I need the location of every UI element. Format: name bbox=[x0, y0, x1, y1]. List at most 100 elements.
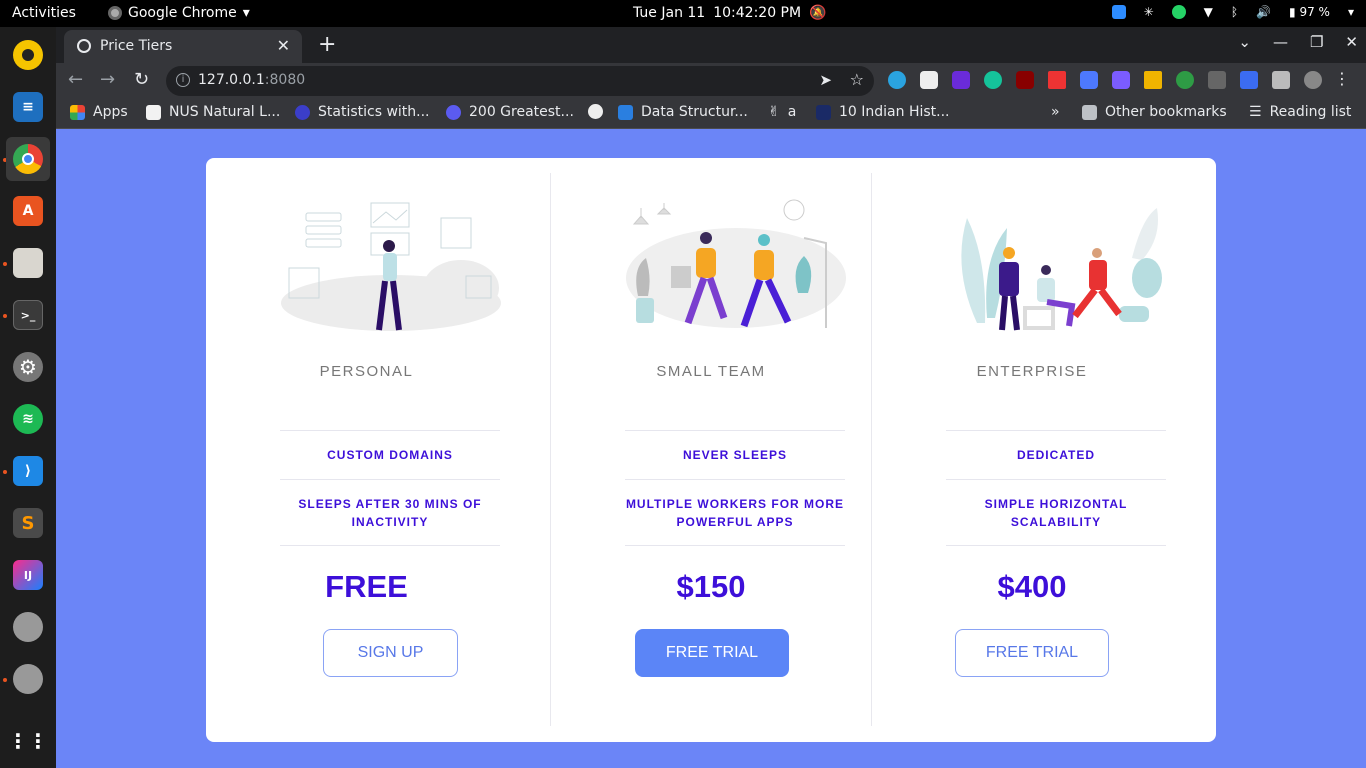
bookmark-label: 200 Greatest... bbox=[469, 104, 574, 120]
eyedropper-extension-icon[interactable] bbox=[1240, 71, 1258, 89]
notifications-off-icon: 🔕 bbox=[809, 5, 827, 21]
pencil-extension-icon[interactable] bbox=[1144, 71, 1162, 89]
grammarly-extension-icon[interactable] bbox=[984, 71, 1002, 89]
tier-column-small-team: SMALL TEAM NEVER SLEEPS MULTIPLE WORKERS… bbox=[550, 173, 871, 726]
settings-launcher[interactable]: ⚙ bbox=[6, 345, 50, 389]
disk-launcher-2[interactable] bbox=[6, 657, 50, 701]
feature-item: NEVER SLEEPS bbox=[625, 430, 845, 479]
marker-extension-icon[interactable] bbox=[1048, 71, 1066, 89]
rhythmbox-launcher[interactable] bbox=[6, 33, 50, 77]
minimize-icon[interactable]: — bbox=[1273, 33, 1288, 51]
personal-illustration bbox=[281, 202, 501, 331]
udacity-icon bbox=[618, 104, 633, 120]
tab-title: Price Tiers bbox=[100, 38, 173, 54]
close-window-icon[interactable]: ✕ bbox=[1345, 33, 1358, 51]
software-launcher[interactable]: A bbox=[6, 189, 50, 233]
restore-icon[interactable]: ❐ bbox=[1310, 33, 1323, 51]
star-icon[interactable]: ☆ bbox=[850, 70, 864, 89]
tab-search-chevron-icon[interactable]: ⌄ bbox=[1238, 33, 1251, 51]
translate-extension-icon[interactable] bbox=[1080, 71, 1098, 89]
feature-item: CUSTOM DOMAINS bbox=[280, 430, 500, 479]
url-host: 127.0.0.1 bbox=[198, 72, 265, 88]
bookmarks-overflow-button[interactable]: » bbox=[1051, 104, 1060, 120]
free-trial-button-enterprise[interactable]: FREE TRIAL bbox=[955, 629, 1109, 677]
pricing-card: PERSONAL CUSTOM DOMAINS SLEEPS AFTER 30 … bbox=[206, 158, 1216, 742]
utorrent-extension-icon[interactable] bbox=[1176, 71, 1194, 89]
more-options-icon[interactable]: ⋮ bbox=[1334, 69, 1350, 88]
reload-icon[interactable]: ↻ bbox=[134, 69, 149, 90]
disk-icon bbox=[13, 664, 43, 694]
app-menu[interactable]: Google Chrome ▾ bbox=[108, 5, 250, 21]
other-bookmarks-folder[interactable]: Other bookmarks bbox=[1082, 104, 1227, 120]
reading-list-label: Reading list bbox=[1269, 104, 1352, 120]
puzzle-icon[interactable] bbox=[1272, 71, 1290, 89]
sublime-launcher[interactable]: S bbox=[6, 501, 50, 545]
free-trial-button-small-team[interactable]: FREE TRIAL bbox=[635, 629, 789, 677]
battery-indicator: ▮ 97 % bbox=[1289, 5, 1330, 19]
whatsapp-icon[interactable] bbox=[1171, 5, 1186, 19]
sign-up-button[interactable]: SIGN UP bbox=[323, 629, 458, 677]
disk-launcher-1[interactable] bbox=[6, 605, 50, 649]
profile-avatar[interactable] bbox=[1304, 71, 1322, 89]
close-tab-icon[interactable]: ✕ bbox=[277, 36, 290, 55]
bookmark-label: Data Structur... bbox=[641, 104, 748, 120]
folder-icon bbox=[1082, 104, 1097, 120]
files-launcher[interactable] bbox=[6, 241, 50, 285]
forward-arrow-icon[interactable]: → bbox=[100, 69, 115, 90]
screen-extension-icon[interactable] bbox=[1112, 71, 1130, 89]
url-text[interactable]: 127.0.0.1:8080 bbox=[198, 72, 305, 88]
rhythmbox-icon bbox=[13, 40, 43, 70]
reading-list-button[interactable]: ☰ Reading list bbox=[1249, 104, 1351, 120]
show-applications-button[interactable]: ⋮⋮ bbox=[6, 719, 50, 763]
volume-icon: 🔊 bbox=[1256, 5, 1272, 19]
bookmark-label: Statistics with... bbox=[318, 104, 430, 120]
back-arrow-icon[interactable]: ← bbox=[68, 69, 83, 90]
slack-icon[interactable]: ✳ bbox=[1144, 5, 1154, 19]
activities-button[interactable]: Activities bbox=[12, 5, 76, 21]
terminal-launcher[interactable]: >_ bbox=[6, 293, 50, 337]
intellij-icon: IJ bbox=[13, 560, 43, 590]
other-bookmarks-label: Other bookmarks bbox=[1105, 104, 1227, 120]
send-icon[interactable]: ➤ bbox=[819, 71, 832, 89]
spotify-launcher[interactable]: ≋ bbox=[6, 397, 50, 441]
intellij-launcher[interactable]: IJ bbox=[6, 553, 50, 597]
system-menu-chevron-icon[interactable]: ▾ bbox=[1348, 5, 1354, 19]
clock[interactable]: Tue Jan 11 10:42:20 PM 🔕 bbox=[633, 5, 827, 21]
feature-item: DEDICATED bbox=[946, 430, 1166, 479]
coursera-icon bbox=[295, 104, 310, 120]
tab-price-tiers[interactable]: Price Tiers ✕ bbox=[64, 30, 302, 63]
bookmark-data-structures[interactable]: Data Structur... bbox=[618, 104, 748, 120]
files-icon bbox=[13, 248, 43, 278]
date-label: Tue Jan 11 bbox=[633, 5, 706, 21]
writer-launcher[interactable]: ≡ bbox=[6, 85, 50, 129]
vscode-icon: ⟩ bbox=[13, 456, 43, 486]
chrome-icon bbox=[13, 144, 43, 174]
graduation-extension-icon[interactable] bbox=[952, 71, 970, 89]
bookmark-nus[interactable]: NUS Natural L... bbox=[146, 104, 280, 120]
address-bar[interactable]: i 127.0.0.1:8080 ➤ ☆ bbox=[166, 66, 874, 96]
telegram-extension-icon[interactable] bbox=[888, 71, 906, 89]
info-icon[interactable]: i bbox=[176, 73, 190, 87]
bookmark-200-greatest[interactable]: 200 Greatest... bbox=[446, 104, 574, 120]
system-top-bar: Activities Google Chrome ▾ Tue Jan 11 10… bbox=[0, 0, 1366, 27]
zoom-icon[interactable] bbox=[1111, 5, 1126, 19]
shield-extension-icon[interactable] bbox=[920, 71, 938, 89]
feature-item: SLEEPS AFTER 30 MINS OF INACTIVITY bbox=[280, 479, 500, 546]
tier-title: PERSONAL bbox=[319, 363, 414, 380]
tab-strip: Price Tiers ✕ + ⌄ — ❐ ✕ bbox=[56, 27, 1366, 63]
bookmark-statistics[interactable]: Statistics with... bbox=[295, 104, 430, 120]
new-tab-button[interactable]: + bbox=[318, 32, 336, 57]
battery-label: 97 % bbox=[1299, 5, 1330, 19]
feature-item: SIMPLE HORIZONTAL SCALABILITY bbox=[946, 479, 1166, 546]
bookmark-globe[interactable] bbox=[588, 104, 603, 119]
system-tray[interactable]: ✳ ▼ ᛒ 🔊 ▮ 97 % ▾ bbox=[1111, 5, 1354, 19]
bookmark-label: Apps bbox=[93, 104, 128, 120]
bookmark-a[interactable]: ✌ a bbox=[768, 104, 796, 120]
chrome-launcher[interactable] bbox=[6, 137, 50, 181]
bookmark-indian-history[interactable]: 10 Indian Hist... bbox=[816, 104, 950, 120]
arrow-extension-icon[interactable] bbox=[1208, 71, 1226, 89]
bookmark-apps[interactable]: Apps bbox=[70, 104, 128, 120]
chevron-down-icon: ▾ bbox=[242, 5, 250, 21]
ublock-extension-icon[interactable] bbox=[1016, 71, 1034, 89]
vscode-launcher[interactable]: ⟩ bbox=[6, 449, 50, 493]
